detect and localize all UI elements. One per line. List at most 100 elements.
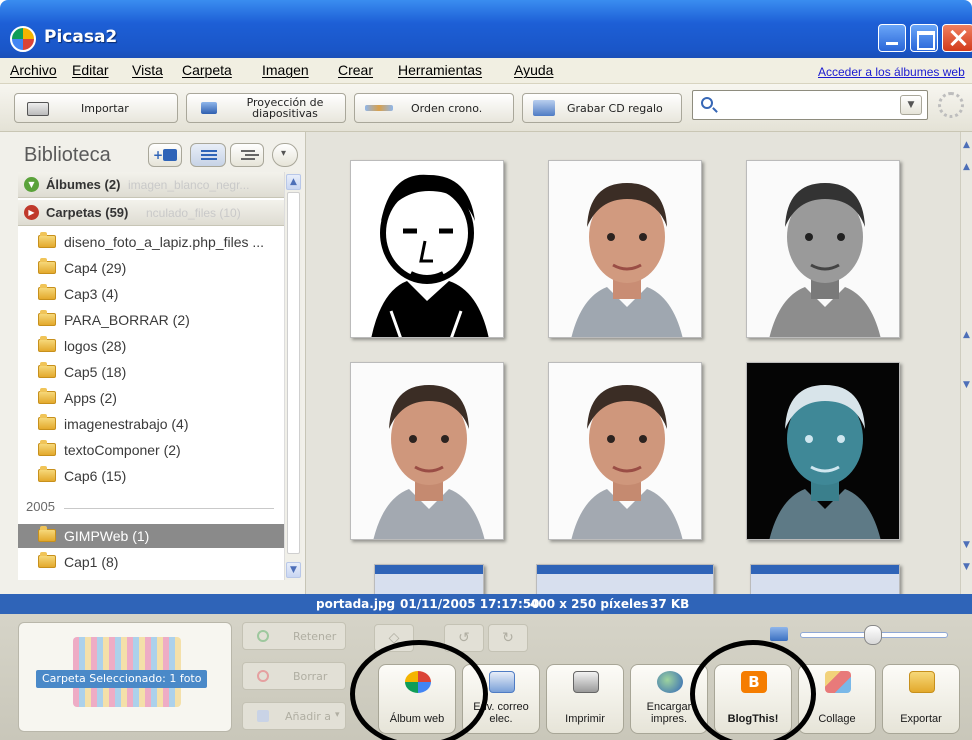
menu-ayuda[interactable]: Ayuda — [514, 62, 553, 78]
clear-icon — [257, 670, 269, 682]
photo-thumbnail[interactable] — [746, 160, 900, 338]
folder-icon — [38, 440, 56, 456]
folder-item[interactable]: PARA_BORRAR (2) — [18, 308, 284, 332]
folder-item[interactable]: Cap5 (18) — [18, 360, 284, 384]
photo-thumbnail[interactable] — [750, 564, 900, 594]
group-albums[interactable]: ▼ Álbumes (2) imagen_blanco_negr... — [18, 172, 284, 198]
collage-label: Collage — [818, 713, 856, 725]
clear-button[interactable]: Borrar — [242, 662, 346, 690]
library-scrollbar[interactable]: ▲ ▼ — [284, 172, 302, 580]
drag-ghost-text: imagen_blanco_negr... — [128, 178, 250, 192]
folder-label: Cap1 (8) — [64, 554, 119, 570]
tree-view-button[interactable] — [190, 143, 226, 167]
photo-thumbnail[interactable] — [548, 160, 702, 338]
photo-thumbnail[interactable] — [374, 564, 484, 594]
blogger-icon: B — [741, 671, 767, 693]
photo-thumbnail[interactable] — [350, 362, 504, 540]
clear-label: Borrar — [293, 670, 328, 683]
rotate-right-button[interactable]: ↻ — [488, 624, 528, 652]
email-button[interactable]: Env. correo elec. — [462, 664, 540, 734]
zoom-icon — [770, 627, 788, 641]
blogthis-button[interactable]: B BlogThis! — [714, 664, 792, 734]
new-album-button[interactable]: + — [148, 143, 182, 167]
folder-label: GIMPWeb (1) — [64, 528, 150, 544]
add-to-icon — [257, 710, 269, 722]
collage-icon — [825, 671, 851, 693]
zoom-slider-handle[interactable] — [864, 625, 882, 645]
menu-editar[interactable]: Editar — [72, 62, 109, 78]
import-button[interactable]: Importar — [14, 93, 178, 123]
library-options-button[interactable]: ▾ — [272, 143, 298, 167]
folder-icon — [38, 336, 56, 352]
folder-item[interactable]: Cap1 (8) — [18, 550, 284, 574]
close-button[interactable] — [942, 24, 972, 52]
group-folders[interactable]: ▶ Carpetas (59) nculado_files (10) — [18, 200, 284, 226]
rotate-left-button[interactable]: ↺ — [444, 624, 484, 652]
export-button[interactable]: Exportar — [882, 664, 960, 734]
menu-carpeta[interactable]: Carpeta — [182, 62, 232, 78]
scroll-bottom-icon[interactable]: ▼ — [963, 562, 970, 572]
menu-vista[interactable]: Vista — [132, 62, 163, 78]
menu-crear[interactable]: Crear — [338, 62, 373, 78]
add-to-label: Añadir a — [285, 710, 332, 723]
status-size: 37 KB — [650, 597, 690, 611]
folder-item-selected[interactable]: GIMPWeb (1) — [18, 524, 284, 548]
menu-imagen[interactable]: Imagen — [262, 62, 309, 78]
order-prints-button[interactable]: Encargar impres. — [630, 664, 708, 734]
folder-item[interactable]: logos (28) — [18, 334, 284, 358]
plus-icon: + — [153, 148, 164, 162]
scroll-top-icon[interactable]: ▲ — [963, 140, 970, 150]
gift-cd-button[interactable]: Grabar CD regalo — [522, 93, 682, 123]
search-clear-button[interactable]: ▼ — [900, 95, 922, 115]
photo-thumbnail[interactable] — [536, 564, 714, 594]
folder-list: ▼ Álbumes (2) imagen_blanco_negr... ▶ Ca… — [18, 172, 284, 580]
folder-label: Cap5 (18) — [64, 364, 127, 380]
search-icon — [701, 97, 713, 109]
web-album-icon — [405, 671, 431, 693]
scroll-up-icon[interactable]: ▲ — [963, 330, 970, 340]
scroll-down-icon[interactable]: ▼ — [963, 540, 970, 550]
folder-item[interactable]: textoComponer (2) — [18, 438, 284, 462]
import-label: Importar — [81, 102, 129, 115]
scroll-down-icon[interactable]: ▼ — [963, 380, 970, 390]
scroll-up-icon[interactable]: ▲ — [286, 174, 301, 190]
collage-button[interactable]: Collage — [798, 664, 876, 734]
maximize-button[interactable] — [910, 24, 938, 52]
photo-thumbnail[interactable] — [746, 362, 900, 540]
photo-thumbnail[interactable] — [548, 362, 702, 540]
email-label: Env. correo elec. — [473, 701, 529, 725]
straighten-button[interactable]: ◇ — [374, 624, 414, 652]
folder-item[interactable]: imagenestrabajo (4) — [18, 412, 284, 436]
timeline-label: Orden crono. — [411, 102, 483, 115]
timeline-icon — [365, 105, 393, 111]
drag-ghost-text: nculado_files (10) — [146, 206, 241, 220]
web-album-button[interactable]: Álbum web — [378, 664, 456, 734]
portrait-color-icon — [549, 161, 701, 337]
photo-scrollbar[interactable]: ▲ ▲ ▲ ▼ ▼ ▼ — [960, 132, 972, 594]
menu-herramientas[interactable]: Herramientas — [398, 62, 482, 78]
photo-thumbnail[interactable] — [350, 160, 504, 338]
folder-item[interactable]: Cap4 (29) — [18, 256, 284, 280]
timeline-button[interactable]: Orden crono. — [354, 93, 514, 123]
search-input[interactable] — [692, 90, 928, 120]
expanded-chevron-icon: ▼ — [24, 177, 39, 192]
folder-icon — [38, 310, 56, 326]
export-folder-icon — [909, 671, 935, 693]
scroll-thumb[interactable] — [287, 192, 300, 554]
slideshow-button[interactable]: Proyección de diapositivas — [186, 93, 346, 123]
menu-archivo[interactable]: Archivo — [10, 62, 57, 78]
scroll-down-icon[interactable]: ▼ — [286, 562, 301, 578]
minimize-button[interactable] — [878, 24, 906, 52]
folder-item[interactable]: diseno_foto_a_lapiz.php_files ... — [18, 230, 284, 254]
window-title: Picasa2 — [44, 27, 118, 47]
flat-view-button[interactable] — [230, 143, 264, 167]
add-to-button[interactable]: Añadir a ▾ — [242, 702, 346, 730]
web-albums-link[interactable]: Acceder a los álbumes web — [818, 65, 965, 79]
scroll-up-icon[interactable]: ▲ — [963, 162, 970, 172]
print-button[interactable]: Imprimir — [546, 664, 624, 734]
folder-item[interactable]: Cap6 (15) — [18, 464, 284, 488]
folder-item[interactable]: Apps (2) — [18, 386, 284, 410]
folder-item[interactable]: Cap3 (4) — [18, 282, 284, 306]
folder-label: logos (28) — [64, 338, 127, 354]
hold-button[interactable]: Retener — [242, 622, 346, 650]
